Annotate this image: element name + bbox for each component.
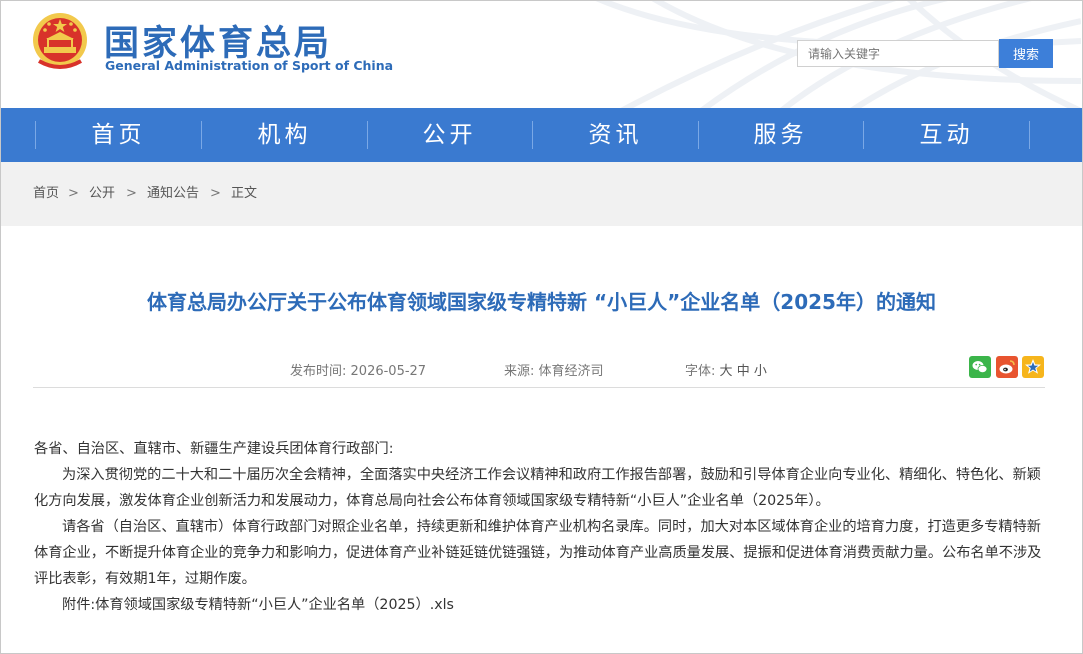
site-header: 国家体育总局 General Administration of Sport o… (1, 1, 1082, 108)
paragraph: 为深入贯彻党的二十大和二十届历次全会精神，全面落实中央经济工作会议精神和政府工作… (34, 467, 1041, 509)
page: 国家体育总局 General Administration of Sport o… (0, 0, 1083, 654)
search-input[interactable] (797, 40, 999, 67)
font-large-button[interactable]: 大 (720, 364, 733, 379)
search-button[interactable]: 搜索 (999, 39, 1053, 68)
article-title: 体育总局办公厅关于公布体育领域国家级专精特新 “小巨人”企业名单（2025年）的… (147, 290, 936, 314)
site-subtitle: General Administration of Sport of China (105, 58, 394, 73)
wechat-icon[interactable] (969, 356, 991, 378)
attachment-link[interactable]: 体育领域国家级专精特新“小巨人”企业名单（2025）.xls (95, 597, 454, 613)
salutation: 各省、自治区、直辖市、新疆生产建设兵团体育行政部门: (34, 441, 394, 457)
breadcrumb: 首页 > 公开 > 通知公告 > 正文 (1, 162, 1082, 226)
nav-item-organization[interactable]: 机构 (202, 108, 367, 162)
paragraph: 请各省（自治区、直辖市）体育行政部门对照企业名单，持续更新和维护体育产业机构名录… (34, 519, 1042, 587)
divider (33, 387, 1045, 388)
attachment: 附件:体育领域国家级专精特新“小巨人”企业名单（2025）.xls (34, 592, 1046, 618)
nav-item-home[interactable]: 首页 (36, 108, 201, 162)
breadcrumb-current: 正文 (231, 186, 258, 201)
breadcrumb-public[interactable]: 公开 (89, 162, 115, 226)
national-emblem-icon (33, 13, 87, 69)
main-nav: 首页 机构 公开 资讯 服务 互动 (1, 108, 1082, 162)
weibo-icon[interactable] (996, 356, 1018, 378)
font-size-switcher: 字体: 大 中 小 (685, 360, 767, 379)
nav-separator (1029, 121, 1030, 149)
breadcrumb-separator: > (126, 186, 137, 201)
source-value: 体育经济司 (538, 364, 604, 379)
article-source: 来源: 体育经济司 (504, 360, 604, 379)
breadcrumb-home[interactable]: 首页 (33, 162, 59, 226)
font-small-button[interactable]: 小 (754, 364, 767, 379)
article-body: 各省、自治区、直辖市、新疆生产建设兵团体育行政部门: 为深入贯彻党的二十大和二十… (34, 436, 1046, 618)
nav-item-services[interactable]: 服务 (698, 108, 863, 162)
breadcrumb-separator: > (68, 186, 79, 201)
font-label: 字体: (685, 364, 716, 379)
publish-label: 发布时间: (290, 364, 347, 379)
breadcrumb-separator: > (210, 186, 221, 201)
attachment-label: 附件: (62, 597, 96, 613)
publish-time: 发布时间: 2026-05-27 (290, 360, 426, 379)
nav-item-news[interactable]: 资讯 (533, 108, 698, 162)
publish-date: 2026-05-27 (350, 364, 427, 379)
breadcrumb-notices[interactable]: 通知公告 (147, 162, 199, 226)
source-label: 来源: (504, 364, 535, 379)
favorite-icon[interactable] (1022, 356, 1044, 378)
nav-item-public[interactable]: 公开 (367, 108, 532, 162)
font-medium-button[interactable]: 中 (737, 364, 750, 379)
nav-item-interaction[interactable]: 互动 (864, 108, 1029, 162)
